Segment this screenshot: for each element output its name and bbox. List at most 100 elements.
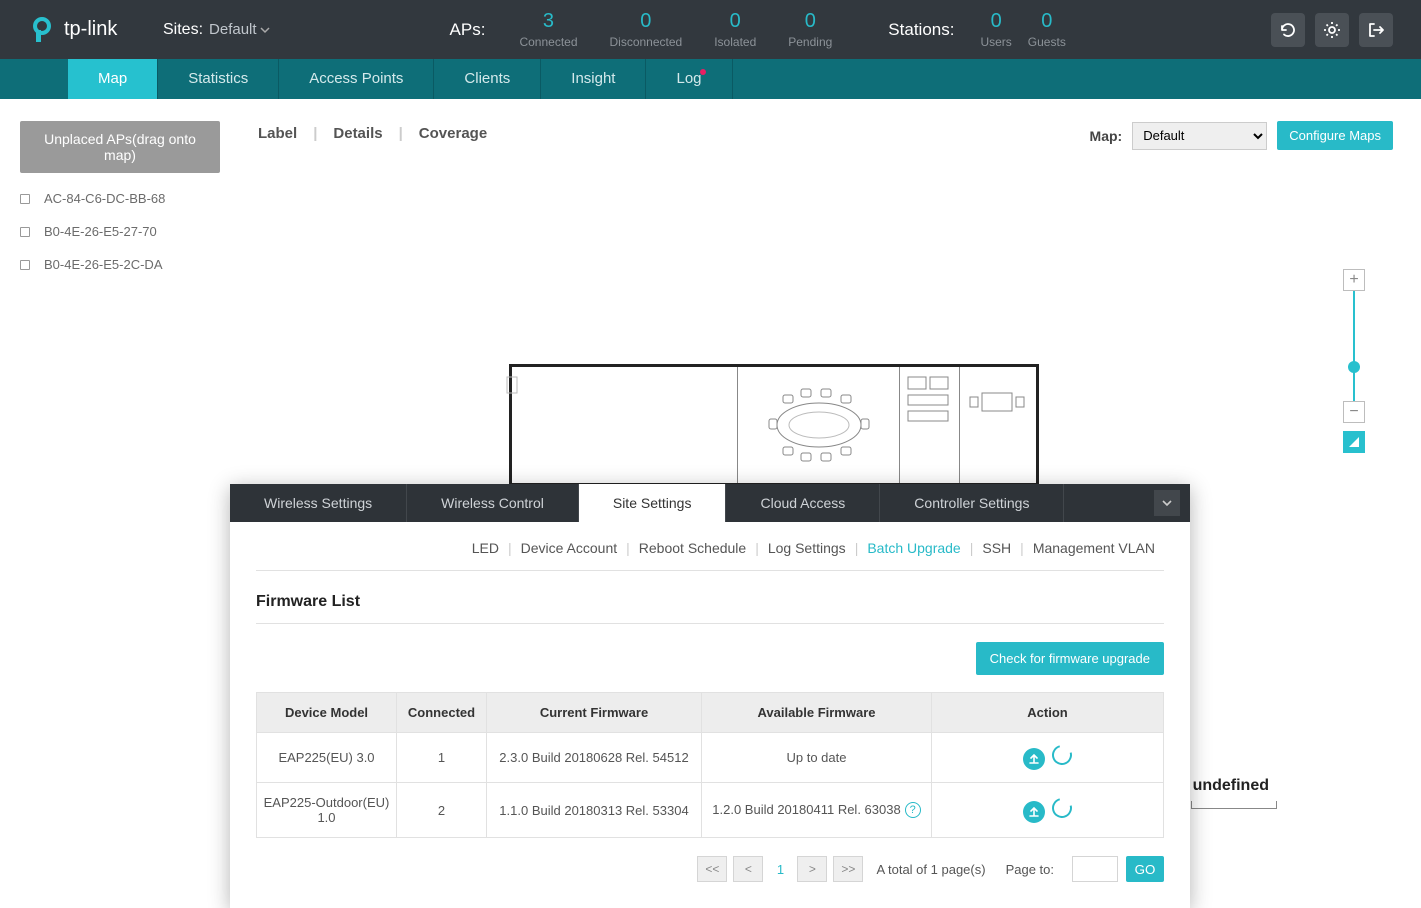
ap-marker-icon: [20, 260, 30, 270]
page-go-button[interactable]: GO: [1126, 856, 1164, 882]
settings-button[interactable]: [1315, 13, 1349, 47]
configure-maps-button[interactable]: Configure Maps: [1277, 121, 1393, 150]
tab-controller-settings[interactable]: Controller Settings: [880, 484, 1064, 522]
settings-panel: Wireless Settings Wireless Control Site …: [230, 484, 1190, 908]
top-bar: tp-link Sites: Default APs: 3Connected 0…: [0, 0, 1421, 59]
aps-label: APs:: [450, 20, 486, 40]
view-coverage[interactable]: Coverage: [419, 125, 487, 142]
furniture-icon: [503, 375, 533, 395]
logout-icon: [1367, 21, 1385, 39]
nav-insight[interactable]: Insight: [541, 59, 646, 99]
zoom-in-button[interactable]: +: [1343, 269, 1365, 291]
main-nav: Map Statistics Access Points Clients Ins…: [0, 59, 1421, 99]
page-input[interactable]: [1072, 856, 1118, 882]
tab-wireless-control[interactable]: Wireless Control: [407, 484, 579, 522]
pagination: << < 1 > >> A total of 1 page(s) Page to…: [256, 856, 1164, 882]
map-select[interactable]: Default: [1132, 122, 1267, 150]
brand-logo: tp-link: [28, 16, 148, 44]
sites-label: Sites:: [163, 21, 203, 39]
ap-item[interactable]: B0-4E-26-E5-2C-DA: [20, 257, 220, 272]
triangle-icon: [1347, 435, 1361, 449]
refresh-action-button[interactable]: [1049, 794, 1076, 821]
page-prev-button[interactable]: <: [733, 856, 763, 882]
subtab-led[interactable]: LED: [472, 540, 499, 556]
sub-tabs: LED| Device Account| Reboot Schedule| Lo…: [256, 540, 1164, 571]
zoom-thumb[interactable]: [1348, 361, 1360, 373]
ap-stats: APs: 3Connected 0Disconnected 0Isolated …: [450, 10, 1074, 49]
zoom-fit-button[interactable]: [1343, 431, 1365, 453]
col-model: Device Model: [257, 693, 397, 733]
stat-guests: 0Guests: [1028, 10, 1066, 49]
zoom-slider[interactable]: [1353, 291, 1355, 401]
firmware-table: Device Model Connected Current Firmware …: [256, 692, 1164, 838]
ap-marker-icon: [20, 227, 30, 237]
panel-collapse-button[interactable]: [1154, 490, 1180, 516]
view-label[interactable]: Label: [258, 125, 297, 142]
subtab-batch-upgrade[interactable]: Batch Upgrade: [867, 540, 960, 556]
page-last-button[interactable]: >>: [833, 856, 863, 882]
tab-wireless-settings[interactable]: Wireless Settings: [230, 484, 407, 522]
tab-cloud-access[interactable]: Cloud Access: [726, 484, 880, 522]
floorplan-image[interactable]: [509, 364, 1039, 486]
refresh-icon: [1279, 21, 1297, 39]
tab-site-settings[interactable]: Site Settings: [579, 484, 727, 522]
undefined-label: undefined: [1193, 777, 1269, 795]
nav-access-points[interactable]: Access Points: [279, 59, 434, 99]
tplink-logo-icon: [28, 16, 56, 44]
stat-users: 0Users: [980, 10, 1011, 49]
nav-log[interactable]: Log: [646, 59, 732, 99]
page-current: 1: [770, 862, 790, 877]
logout-button[interactable]: [1359, 13, 1393, 47]
view-details[interactable]: Details: [333, 125, 382, 142]
stat-connected: 3Connected: [519, 10, 577, 49]
zoom-control: + −: [1343, 269, 1365, 453]
stations-label: Stations:: [888, 20, 954, 40]
top-icons: [1271, 13, 1393, 47]
log-notification-dot: [700, 69, 706, 75]
map-select-label: Map:: [1090, 128, 1123, 144]
ap-item[interactable]: AC-84-C6-DC-BB-68: [20, 191, 220, 206]
stat-disconnected: 0Disconnected: [610, 10, 683, 49]
gear-icon: [1323, 21, 1341, 39]
desk-icon: [968, 385, 1028, 425]
page-total: A total of 1 page(s): [876, 862, 985, 877]
upload-icon: [1028, 806, 1040, 818]
page-first-button[interactable]: <<: [697, 856, 727, 882]
subtab-ssh[interactable]: SSH: [982, 540, 1011, 556]
map-view-tabs: Label| Details| Coverage: [258, 125, 503, 142]
check-firmware-button[interactable]: Check for firmware upgrade: [976, 642, 1164, 675]
furniture-icon: [904, 375, 954, 435]
conference-table-icon: [759, 385, 879, 465]
subtab-log-settings[interactable]: Log Settings: [768, 540, 846, 556]
chevron-down-icon: [260, 25, 270, 35]
stat-isolated: 0Isolated: [714, 10, 756, 49]
section-title: Firmware List: [256, 593, 1164, 624]
sidebar: Unplaced APs(drag onto map) AC-84-C6-DC-…: [20, 121, 220, 272]
upload-icon: [1028, 753, 1040, 765]
nav-statistics[interactable]: Statistics: [158, 59, 279, 99]
unplaced-aps-header: Unplaced APs(drag onto map): [20, 121, 220, 173]
subtab-device-account[interactable]: Device Account: [521, 540, 618, 556]
panel-tabs: Wireless Settings Wireless Control Site …: [230, 484, 1190, 522]
upload-button[interactable]: [1023, 801, 1045, 823]
col-current-fw: Current Firmware: [487, 693, 702, 733]
col-available-fw: Available Firmware: [702, 693, 932, 733]
stat-pending: 0Pending: [788, 10, 832, 49]
main-area: Unplaced APs(drag onto map) AC-84-C6-DC-…: [0, 99, 1421, 805]
page-next-button[interactable]: >: [797, 856, 827, 882]
refresh-button[interactable]: [1271, 13, 1305, 47]
zoom-out-button[interactable]: −: [1343, 401, 1365, 423]
ap-item[interactable]: B0-4E-26-E5-27-70: [20, 224, 220, 239]
table-row: EAP225-Outdoor(EU) 1.0 2 1.1.0 Build 201…: [257, 783, 1164, 838]
subtab-management-vlan[interactable]: Management VLAN: [1033, 540, 1155, 556]
col-action: Action: [932, 693, 1164, 733]
chevron-down-icon: [1161, 497, 1173, 509]
refresh-action-button[interactable]: [1049, 741, 1076, 768]
subtab-reboot-schedule[interactable]: Reboot Schedule: [639, 540, 746, 556]
scale-bracket: [1191, 801, 1277, 809]
nav-clients[interactable]: Clients: [434, 59, 541, 99]
nav-map[interactable]: Map: [68, 59, 158, 99]
page-to-label: Page to:: [1006, 862, 1054, 877]
sites-select[interactable]: Default: [209, 21, 270, 38]
upload-button[interactable]: [1023, 748, 1045, 770]
